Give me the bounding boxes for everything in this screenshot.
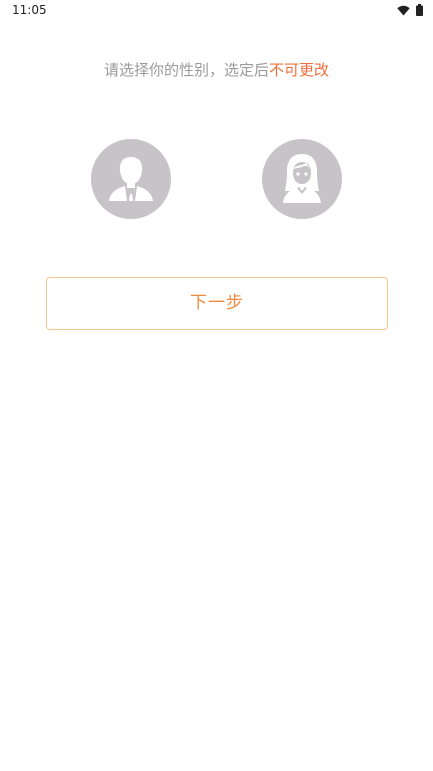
wifi-icon <box>397 5 410 16</box>
prompt-warning: 不可更改 <box>269 61 330 79</box>
battery-icon <box>416 4 423 16</box>
status-time: 11:05 <box>12 3 47 17</box>
male-option[interactable] <box>91 139 171 219</box>
status-icons <box>397 3 423 17</box>
gender-selection-screen: 11:05 请选择你的性别，选定后不可更改 下一步 <box>0 0 433 771</box>
status-bar: 11:05 <box>0 0 433 22</box>
male-avatar-icon <box>109 157 153 201</box>
next-button[interactable]: 下一步 <box>46 277 388 330</box>
gender-prompt: 请选择你的性别，选定后不可更改 <box>0 59 433 81</box>
female-avatar-icon <box>283 154 321 203</box>
prompt-text: 请选择你的性别，选定后 <box>103 61 269 79</box>
female-option[interactable] <box>262 139 342 219</box>
